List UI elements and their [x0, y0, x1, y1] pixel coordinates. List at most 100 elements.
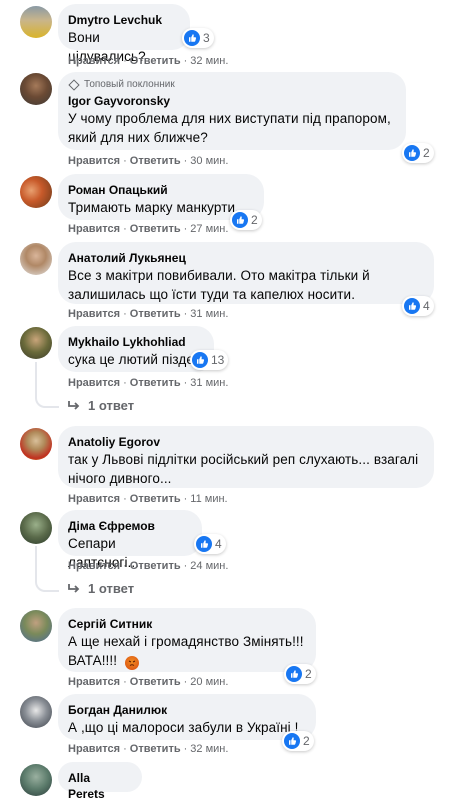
like-reaction-icon [192, 352, 208, 368]
commenter-name[interactable]: Mykhailo Lykhohliad [68, 334, 202, 350]
reply-button[interactable]: Ответить [130, 743, 181, 755]
avatar[interactable] [20, 6, 52, 38]
avatar[interactable] [20, 243, 52, 275]
comment-bubble: Alla Perets [58, 762, 142, 801]
comment-bubble: Anatoliy Egorov так у Львові підлітки ро… [58, 426, 434, 488]
reaction-count[interactable]: 2 [402, 143, 434, 163]
angry-emoji-icon [124, 656, 139, 670]
reaction-number: 4 [215, 537, 222, 551]
reaction-number: 2 [303, 734, 310, 748]
like-button[interactable]: Нравится [68, 743, 120, 755]
comment-text-line: який для них ближче? [68, 130, 208, 145]
reaction-count[interactable]: 4 [194, 534, 226, 554]
thread-line [35, 362, 37, 394]
comment-text-line: нічого дивного... [68, 471, 172, 486]
comment-actions: Нравится · Ответить · 20 мин. [68, 676, 229, 688]
timestamp[interactable]: 31 мин. [190, 308, 228, 320]
comment-text-line: У чому проблема для них виступати під пр… [68, 111, 391, 126]
reaction-count[interactable]: 3 [182, 28, 214, 48]
reaction-count[interactable]: 13 [190, 350, 229, 370]
avatar[interactable] [20, 428, 52, 460]
reaction-number: 3 [203, 31, 210, 45]
top-fan-badge: Топовый поклонник [68, 78, 394, 91]
comment-actions: Нравится · Ответить · 24 мин. [68, 560, 229, 572]
timestamp[interactable]: 31 мин. [190, 377, 228, 389]
comment-actions: Нравится · Ответить · 31 мин. [68, 308, 229, 320]
commenter-name[interactable]: Анатолий Лукьянец [68, 250, 422, 266]
comment-bubble: Анатолий Лукьянец Все з макітри повибива… [58, 242, 434, 304]
reply-arrow-icon [68, 581, 80, 596]
comment-text: сука це лютий піздєц [68, 352, 202, 367]
like-button[interactable]: Нравится [68, 308, 120, 320]
reaction-count[interactable]: 2 [282, 731, 314, 751]
reaction-number: 2 [305, 667, 312, 681]
like-reaction-icon [286, 666, 302, 682]
avatar[interactable] [20, 327, 52, 359]
like-reaction-icon [232, 212, 248, 228]
reaction-number: 4 [423, 299, 430, 313]
reply-button[interactable]: Ответить [130, 676, 181, 688]
comment-text: Тримають марку манкурти.... [68, 200, 251, 215]
reaction-count[interactable]: 4 [402, 296, 434, 316]
reaction-count[interactable]: 2 [230, 210, 262, 230]
comment-text: А ,що ці малороси забули в Україні ! [68, 720, 299, 735]
avatar[interactable] [20, 176, 52, 208]
commenter-name[interactable]: Alla Perets [68, 770, 130, 802]
timestamp[interactable]: 20 мин. [190, 676, 228, 688]
commenter-name[interactable]: Роман Опацький [68, 182, 252, 198]
like-button[interactable]: Нравится [68, 493, 120, 505]
like-button[interactable]: Нравится [68, 223, 120, 235]
commenter-name[interactable]: Сергій Ситник [68, 616, 304, 632]
avatar[interactable] [20, 764, 52, 796]
commenter-name[interactable]: Anatoliy Egorov [68, 434, 422, 450]
reply-arrow-icon [68, 398, 80, 413]
comment-bubble: Богдан Данилюк А ,що ці малороси забули … [58, 694, 316, 740]
reaction-number: 2 [251, 213, 258, 227]
timestamp[interactable]: 11 мин. [190, 493, 227, 505]
comment-actions: Нравится · Ответить · 31 мин. [68, 377, 229, 389]
thread-connector [35, 394, 59, 408]
timestamp[interactable]: 32 мин. [190, 55, 228, 67]
reaction-count[interactable]: 2 [284, 664, 316, 684]
like-reaction-icon [184, 30, 200, 46]
comment-actions: Нравится · Ответить · 30 мин. [68, 155, 229, 167]
like-reaction-icon [404, 145, 420, 161]
comment-actions: Нравится · Ответить · 32 мин. [68, 743, 229, 755]
thread-line [35, 546, 37, 578]
reply-button[interactable]: Ответить [130, 493, 181, 505]
badge-label: Топовый поклонник [84, 79, 175, 90]
reply-button[interactable]: Ответить [130, 55, 181, 67]
like-button[interactable]: Нравится [68, 560, 120, 572]
reply-button[interactable]: Ответить [130, 308, 181, 320]
like-button[interactable]: Нравится [68, 676, 120, 688]
comment-text-line: ВАТА!!!! [68, 651, 304, 670]
timestamp[interactable]: 27 мин. [190, 223, 228, 235]
view-replies-link[interactable]: 1 ответ [68, 398, 134, 413]
timestamp[interactable]: 24 мин. [190, 560, 228, 572]
timestamp[interactable]: 32 мин. [190, 743, 228, 755]
comment-bubble: Сергій Ситник А ще нехай і громадянство … [58, 608, 316, 672]
reply-button[interactable]: Ответить [130, 155, 181, 167]
comment-text-line: А ще нехай і громадянство Змінять!!! [68, 634, 304, 649]
commenter-name[interactable]: Діма Єфремов [68, 518, 190, 534]
view-replies-link[interactable]: 1 ответ [68, 581, 134, 596]
like-reaction-icon [404, 298, 420, 314]
commenter-name[interactable]: Богдан Данилюк [68, 702, 304, 718]
avatar[interactable] [20, 512, 52, 544]
like-button[interactable]: Нравится [68, 155, 120, 167]
like-button[interactable]: Нравится [68, 55, 120, 67]
timestamp[interactable]: 30 мин. [190, 155, 228, 167]
like-button[interactable]: Нравится [68, 377, 120, 389]
avatar[interactable] [20, 73, 52, 105]
reply-button[interactable]: Ответить [130, 223, 181, 235]
reply-button[interactable]: Ответить [130, 560, 181, 572]
reply-button[interactable]: Ответить [130, 377, 181, 389]
like-reaction-icon [196, 536, 212, 552]
avatar[interactable] [20, 610, 52, 642]
avatar[interactable] [20, 696, 52, 728]
commenter-name[interactable]: Igor Gayvoronsky [68, 93, 394, 109]
comment-bubble: Dmytro Levchuk Вони цілувались? [58, 4, 190, 64]
comment-text-line: залишилась що їсти туди та капелюх носит… [68, 287, 356, 302]
commenter-name[interactable]: Dmytro Levchuk [68, 12, 178, 28]
replies-count: 1 ответ [88, 581, 135, 596]
